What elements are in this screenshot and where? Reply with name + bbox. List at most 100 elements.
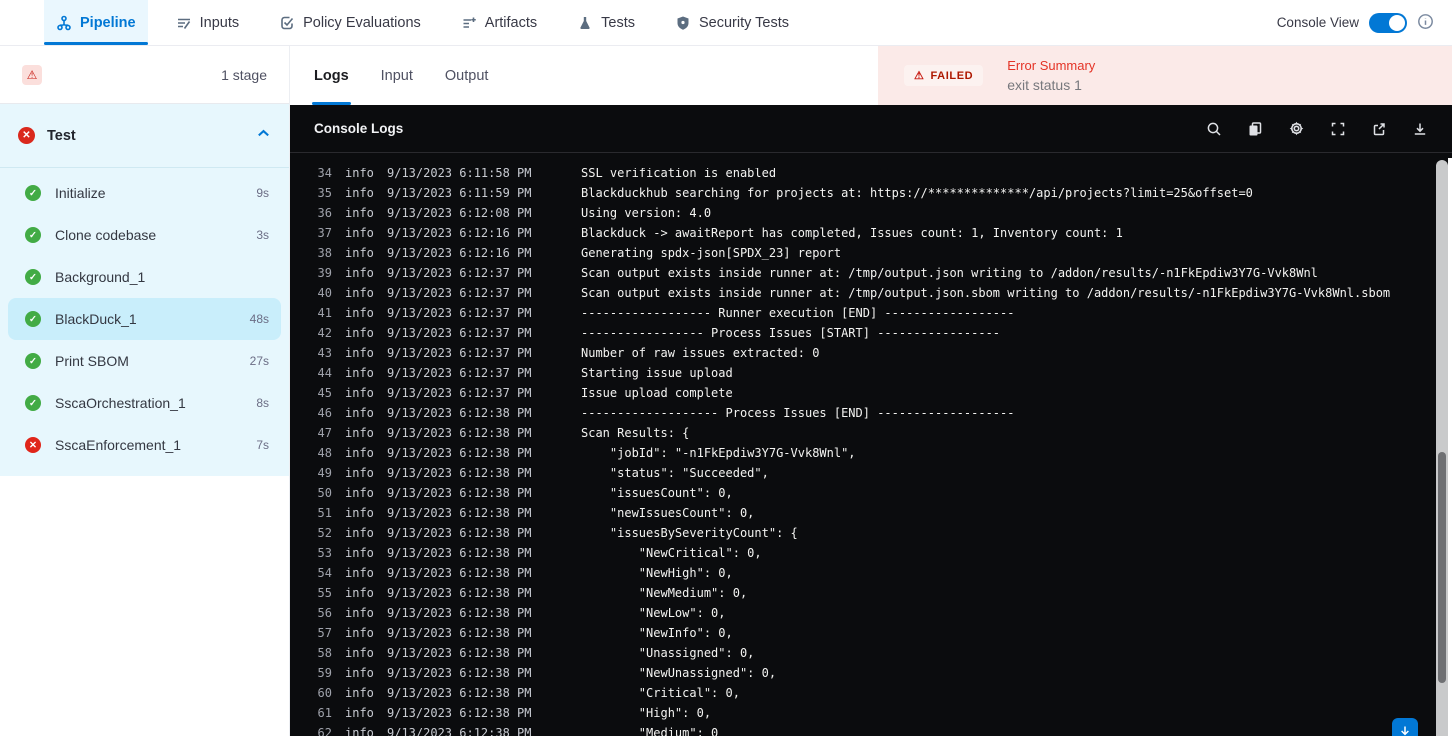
log-message: Number of raw issues extracted: 0 bbox=[581, 346, 820, 360]
step-duration: 27s bbox=[249, 354, 269, 368]
log-message: ------------------- Process Issues [END]… bbox=[581, 406, 1015, 420]
copy-icon[interactable] bbox=[1247, 121, 1263, 137]
tab-logs[interactable]: Logs bbox=[302, 46, 361, 105]
scrollbar-track[interactable] bbox=[1436, 160, 1448, 736]
log-line: 56 info 9/13/2023 6:12:38 PM "NewLow": 0… bbox=[312, 603, 1432, 623]
sidebar-step-background-1[interactable]: ✓ Background_1 bbox=[8, 256, 281, 298]
failed-status-badge: ⚠ FAILED bbox=[904, 65, 984, 86]
log-level: info bbox=[345, 346, 374, 360]
log-line-number: 44 bbox=[317, 366, 332, 380]
tab-inputs[interactable]: Inputs bbox=[164, 0, 252, 45]
error-summary-panel: ⚠ FAILED Error Summary exit status 1 bbox=[878, 46, 1452, 105]
tab-tests-label: Tests bbox=[601, 14, 635, 31]
log-line-number: 43 bbox=[317, 346, 332, 360]
log-message: "NewLow": 0, bbox=[581, 606, 726, 620]
log-level: info bbox=[345, 626, 374, 640]
log-line: 60 info 9/13/2023 6:12:38 PM "Critical":… bbox=[312, 683, 1432, 703]
step-name: SscaEnforcement_1 bbox=[55, 437, 182, 453]
log-level: info bbox=[345, 486, 374, 500]
log-line-number: 39 bbox=[317, 266, 332, 280]
log-line: 57 info 9/13/2023 6:12:38 PM "NewInfo": … bbox=[312, 623, 1432, 643]
sidebar-step-clone-codebase[interactable]: ✓ Clone codebase 3s bbox=[8, 214, 281, 256]
log-line-number: 51 bbox=[317, 506, 332, 520]
log-message: "High": 0, bbox=[581, 706, 712, 720]
toggle-knob bbox=[1389, 14, 1405, 31]
step-status-icon: ✓ bbox=[25, 395, 41, 411]
log-level: info bbox=[345, 526, 374, 540]
log-line-number: 34 bbox=[317, 168, 332, 180]
stage-header-test[interactable]: ✕ Test bbox=[0, 104, 289, 168]
log-message: Scan output exists inside runner at: /tm… bbox=[581, 286, 1391, 300]
step-duration: 7s bbox=[256, 438, 269, 452]
log-level: info bbox=[345, 206, 374, 220]
log-timestamp: 9/13/2023 6:12:38 PM bbox=[387, 426, 532, 440]
scrollbar-thumb[interactable] bbox=[1438, 452, 1446, 683]
search-icon[interactable] bbox=[1206, 121, 1222, 137]
log-message: SSL verification is enabled bbox=[581, 168, 777, 180]
sidebar-step-sscaenforcement-1[interactable]: ✕ SscaEnforcement_1 7s bbox=[8, 424, 281, 466]
scroll-to-bottom-button[interactable] bbox=[1392, 718, 1418, 736]
log-line: 58 info 9/13/2023 6:12:38 PM "Unassigned… bbox=[312, 643, 1432, 663]
log-message: ----------------- Process Issues [START]… bbox=[581, 326, 1001, 340]
log-message: "Unassigned": 0, bbox=[581, 646, 755, 660]
log-message: "issuesCount": 0, bbox=[581, 486, 733, 500]
log-line: 48 info 9/13/2023 6:12:38 PM "jobId": "-… bbox=[312, 443, 1432, 463]
console-view-toggle[interactable] bbox=[1369, 12, 1407, 33]
tab-artifacts[interactable]: Artifacts bbox=[449, 0, 549, 45]
log-message: Blackduckhub searching for projects at: … bbox=[581, 186, 1253, 200]
sidebar-step-blackduck-1[interactable]: ✓ BlackDuck_1 48s bbox=[8, 298, 281, 340]
tab-pipeline[interactable]: Pipeline bbox=[44, 0, 148, 45]
log-timestamp: 9/13/2023 6:12:38 PM bbox=[387, 526, 532, 540]
log-timestamp: 9/13/2023 6:12:37 PM bbox=[387, 326, 532, 340]
log-message: Starting issue upload bbox=[581, 366, 733, 380]
sidebar-step-print-sbom[interactable]: ✓ Print SBOM 27s bbox=[8, 340, 281, 382]
log-timestamp: 9/13/2023 6:12:16 PM bbox=[387, 226, 532, 240]
tab-input[interactable]: Input bbox=[369, 46, 425, 105]
log-message: Issue upload complete bbox=[581, 386, 733, 400]
log-line: 49 info 9/13/2023 6:12:38 PM "status": "… bbox=[312, 463, 1432, 483]
log-line: 55 info 9/13/2023 6:12:38 PM "NewMedium"… bbox=[312, 583, 1432, 603]
log-message: Blackduck -> awaitReport has completed, … bbox=[581, 226, 1123, 240]
tab-security-tests[interactable]: Security Tests bbox=[663, 0, 801, 45]
top-nav-tabs: Pipeline Inputs Policy Evaluations Artif… bbox=[44, 0, 801, 45]
settings-gear-icon[interactable] bbox=[1288, 120, 1305, 137]
log-timestamp: 9/13/2023 6:12:38 PM bbox=[387, 406, 532, 420]
log-line-number: 58 bbox=[317, 646, 332, 660]
step-status-icon: ✓ bbox=[25, 185, 41, 201]
log-line: 43 info 9/13/2023 6:12:37 PM Number of r… bbox=[312, 343, 1432, 363]
log-line: 50 info 9/13/2023 6:12:38 PM "issuesCoun… bbox=[312, 483, 1432, 503]
log-timestamp: 9/13/2023 6:12:38 PM bbox=[387, 466, 532, 480]
open-in-new-icon[interactable] bbox=[1371, 121, 1387, 137]
log-line-number: 40 bbox=[317, 286, 332, 300]
log-scroll-area[interactable]: 34 info 9/13/2023 6:11:58 PM SSL verific… bbox=[290, 168, 1432, 736]
chevron-up-icon[interactable] bbox=[256, 126, 271, 146]
tab-security-tests-label: Security Tests bbox=[699, 14, 789, 31]
info-icon[interactable] bbox=[1417, 13, 1434, 33]
sidebar-step-sscaorchestration-1[interactable]: ✓ SscaOrchestration_1 8s bbox=[8, 382, 281, 424]
log-line: 45 info 9/13/2023 6:12:37 PM Issue uploa… bbox=[312, 383, 1432, 403]
sidebar-step-initialize[interactable]: ✓ Initialize 9s bbox=[8, 172, 281, 214]
tab-tests[interactable]: Tests bbox=[565, 0, 647, 45]
console-view-label: Console View bbox=[1276, 15, 1359, 30]
artifacts-icon bbox=[461, 15, 477, 31]
error-summary-message: exit status 1 bbox=[1007, 77, 1082, 93]
log-timestamp: 9/13/2023 6:12:37 PM bbox=[387, 346, 532, 360]
fullscreen-icon[interactable] bbox=[1330, 121, 1346, 137]
log-level: info bbox=[345, 646, 374, 660]
log-level: info bbox=[345, 286, 374, 300]
log-level: info bbox=[345, 466, 374, 480]
pipeline-icon bbox=[56, 15, 72, 31]
execution-sidebar: ⚠ 1 stage ✕ Test ✓ Initialize 9s ✓ Clone… bbox=[0, 46, 290, 736]
step-name: Print SBOM bbox=[55, 353, 129, 369]
tab-policy-evaluations[interactable]: Policy Evaluations bbox=[267, 0, 433, 45]
pipeline-failed-warning-icon: ⚠ bbox=[22, 64, 42, 85]
tab-output[interactable]: Output bbox=[433, 46, 501, 105]
download-icon[interactable] bbox=[1412, 121, 1428, 137]
log-line-number: 54 bbox=[317, 566, 332, 580]
log-line-number: 56 bbox=[317, 606, 332, 620]
log-line: 59 info 9/13/2023 6:12:38 PM "NewUnassig… bbox=[312, 663, 1432, 683]
log-timestamp: 9/13/2023 6:12:37 PM bbox=[387, 266, 532, 280]
log-line-number: 53 bbox=[317, 546, 332, 560]
log-timestamp: 9/13/2023 6:11:59 PM bbox=[387, 186, 532, 200]
log-timestamp: 9/13/2023 6:12:38 PM bbox=[387, 726, 532, 736]
